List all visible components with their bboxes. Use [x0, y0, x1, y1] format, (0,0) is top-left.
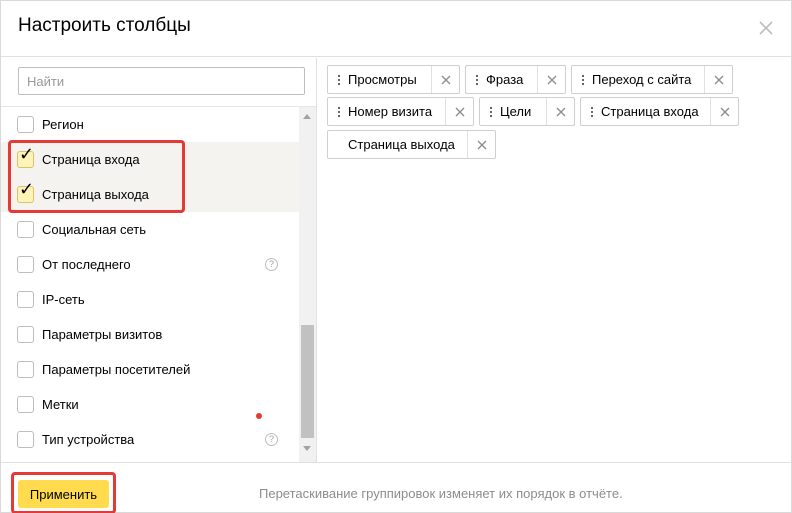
list-item-tags[interactable]: Метки	[1, 387, 299, 422]
scroll-down-arrow-icon[interactable]	[303, 446, 311, 451]
list-item-label: Регион	[42, 117, 84, 132]
chip-entry-page[interactable]: Страница входа	[580, 97, 739, 126]
list-item-label: Параметры визитов	[42, 327, 163, 342]
help-icon[interactable]: ?	[265, 433, 278, 446]
checkbox[interactable]	[17, 256, 34, 273]
apply-button[interactable]: Применить	[18, 480, 109, 508]
chip-label: Переход с сайта	[592, 72, 692, 87]
checkbox[interactable]	[17, 291, 34, 308]
list-item-label: От последнего	[42, 257, 131, 272]
list-item-device-type[interactable]: Тип устройства ?	[1, 413, 299, 455]
checkbox-checked[interactable]: ✓	[17, 146, 34, 168]
chip-label: Фраза	[486, 72, 524, 87]
check-icon: ✓	[19, 179, 35, 200]
list-item-region[interactable]: Регион	[1, 107, 299, 142]
drag-handle-icon[interactable]	[334, 106, 344, 117]
selected-groupings-panel: Просмотры Фраза Переход с сайта Номер ви…	[318, 58, 791, 462]
remove-chip-icon[interactable]	[704, 66, 732, 93]
drag-handle-icon[interactable]	[587, 106, 597, 117]
checkbox[interactable]	[17, 361, 34, 378]
list-item-label: Метки	[42, 397, 79, 412]
dialog-title: Настроить столбцы	[18, 15, 191, 36]
checkbox[interactable]	[17, 396, 34, 413]
drag-handle-icon[interactable]	[334, 74, 344, 85]
remove-chip-icon[interactable]	[710, 98, 738, 125]
scroll-up-arrow-icon[interactable]	[303, 114, 311, 119]
chip-label: Цели	[500, 104, 532, 119]
checkbox[interactable]	[17, 431, 34, 448]
list-item-label: Страница входа	[42, 152, 140, 167]
dialog-footer: Применить Перетаскивание группировок изм…	[1, 462, 791, 513]
remove-chip-icon[interactable]	[546, 98, 574, 125]
scrollbar-thumb[interactable]	[301, 325, 314, 438]
chip-label: Страница выхода	[348, 137, 455, 152]
close-icon[interactable]	[757, 19, 775, 37]
list-item-label: Тип устройства	[42, 432, 135, 447]
list-item-label: IP-сеть	[42, 292, 85, 307]
drag-handle-icon[interactable]	[578, 74, 588, 85]
chip-label: Номер визита	[348, 104, 433, 119]
list-item-since-last[interactable]: От последнего ?	[1, 247, 299, 282]
remove-chip-icon[interactable]	[537, 66, 565, 93]
list-item-ip-network[interactable]: IP-сеть	[1, 282, 299, 317]
remove-chip-icon[interactable]	[467, 131, 495, 158]
check-icon: ✓	[19, 144, 35, 165]
list-item-visit-params[interactable]: Параметры визитов	[1, 317, 299, 352]
chip-label: Просмотры	[348, 72, 417, 87]
grouping-list: Регион ✓ Страница входа ✓ Страница выход…	[1, 107, 299, 455]
checkbox-checked[interactable]: ✓	[17, 181, 34, 203]
chip-exit-page[interactable]: Страница выхода	[327, 130, 496, 159]
list-item-exit-page[interactable]: ✓ Страница выхода	[1, 177, 299, 212]
checkbox[interactable]	[17, 326, 34, 343]
list-item-visitor-params[interactable]: Параметры посетителей	[1, 352, 299, 387]
search-input[interactable]	[19, 68, 304, 94]
chip-goals[interactable]: Цели	[479, 97, 575, 126]
list-item-label: Страница выхода	[42, 187, 149, 202]
list-item-label: Социальная сеть	[42, 222, 146, 237]
chip-views[interactable]: Просмотры	[327, 65, 460, 94]
scrollbar[interactable]	[299, 107, 316, 462]
configure-columns-dialog: Настроить столбцы Регион ✓ Страница вход…	[0, 0, 792, 513]
remove-chip-icon[interactable]	[445, 98, 473, 125]
list-item-entry-page[interactable]: ✓ Страница входа	[1, 142, 299, 177]
drag-handle-icon[interactable]	[472, 74, 482, 85]
dialog-header: Настроить столбцы	[1, 1, 791, 57]
help-icon[interactable]: ?	[265, 258, 278, 271]
search-box	[18, 67, 305, 95]
remove-chip-icon[interactable]	[431, 66, 459, 93]
footer-hint: Перетаскивание группировок изменяет их п…	[259, 486, 623, 501]
chip-label: Страница входа	[601, 104, 699, 119]
grouping-list-panel: Регион ✓ Страница входа ✓ Страница выход…	[1, 58, 317, 462]
list-item-social-network[interactable]: Социальная сеть	[1, 212, 299, 247]
chip-phrase[interactable]: Фраза	[465, 65, 566, 94]
checkbox[interactable]	[17, 221, 34, 238]
notification-dot	[256, 413, 262, 419]
chip-visit-number[interactable]: Номер визита	[327, 97, 474, 126]
chip-referrer[interactable]: Переход с сайта	[571, 65, 733, 94]
list-item-label: Параметры посетителей	[42, 362, 191, 377]
drag-handle-icon[interactable]	[486, 106, 496, 117]
checkbox[interactable]	[17, 116, 34, 133]
